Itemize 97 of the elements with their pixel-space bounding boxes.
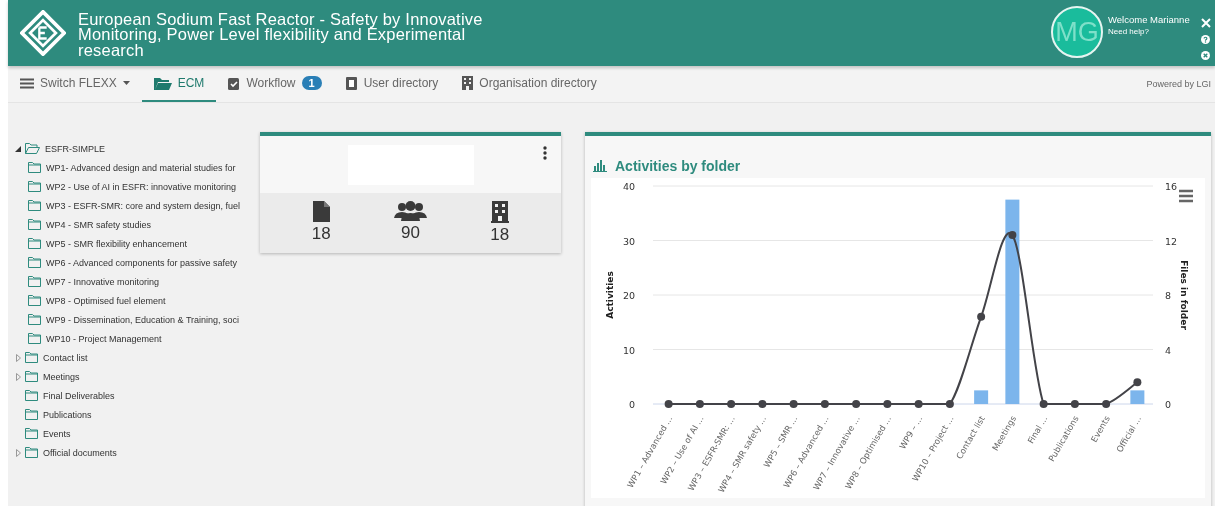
chart-point: [977, 312, 986, 321]
y-axis-tick: 30: [622, 235, 635, 247]
count-badge: 1: [301, 76, 322, 90]
logo-icon: [20, 10, 66, 56]
stat-value: 90: [401, 223, 420, 243]
folder-icon: [153, 76, 172, 90]
chart-title: Activities by folder: [615, 158, 741, 174]
tools-icon[interactable]: [1201, 18, 1211, 28]
y-axis-tick: 4: [1165, 344, 1172, 356]
y-axis-title: Files in folder: [1179, 260, 1189, 330]
clipboard-check-icon: [228, 76, 241, 90]
tree-item[interactable]: WP7 - Innovative monitoring: [14, 272, 256, 291]
chart-point: [1102, 400, 1111, 408]
tree-item[interactable]: Final Deliverables: [14, 386, 256, 405]
collapsed-triangle-icon[interactable]: [15, 353, 21, 362]
expanded-triangle-icon[interactable]: [15, 145, 21, 152]
folder-icon: [25, 390, 38, 401]
chart-point: [1133, 378, 1142, 387]
y-axis-tick: 40: [622, 181, 635, 192]
chart-point: [695, 400, 704, 408]
close-icon[interactable]: [1201, 51, 1210, 60]
tree-item[interactable]: Events: [14, 424, 256, 443]
app-title: European Sodium Fast Reactor - Safety by Innovative Monitoring, Power Level flexibility and Experimental research: [78, 8, 484, 59]
tree-item[interactable]: WP9 - Dissemination, Education & Training, soci: [14, 310, 256, 329]
tree-item[interactable]: Official documents: [14, 443, 256, 462]
users-icon: [394, 201, 427, 221]
folder-icon: [28, 162, 41, 173]
open-folder-icon: [25, 143, 40, 154]
chart-point: [1008, 231, 1017, 240]
welcome-text: Welcome Marianne: [1108, 14, 1191, 25]
building-icon: [490, 201, 509, 223]
nav-tab[interactable]: Workflow 1: [216, 66, 334, 102]
chart-point: [758, 400, 767, 408]
chart-point: [1039, 400, 1048, 408]
tree-item[interactable]: WP2 - Use of AI in ESFR: innovative monitoring: [14, 177, 256, 196]
folder-icon: [28, 200, 41, 211]
chart-point: [727, 400, 736, 408]
help-icon[interactable]: [1201, 35, 1210, 44]
folder-icon: [25, 371, 38, 382]
y-axis-tick: 0: [1165, 399, 1172, 410]
chart-point: [1070, 400, 1079, 408]
chart-menu-icon[interactable]: [1177, 189, 1195, 203]
folder-icon: [25, 409, 38, 420]
nav-tab[interactable]: Organisation directory: [450, 66, 609, 102]
folder-icon: [25, 352, 38, 363]
chart-point: [883, 400, 892, 408]
nav-tab[interactable]: Switch FLEXX: [18, 66, 142, 102]
y-axis-tick: 20: [622, 290, 635, 301]
tree-item[interactable]: WP1- Advanced design and material studies for: [14, 158, 256, 177]
caret-icon: [122, 81, 130, 85]
chart-bar: [1130, 390, 1145, 404]
collapsed-triangle-icon[interactable]: [15, 448, 21, 457]
chart-point: [820, 400, 829, 408]
nav-tab[interactable]: User directory: [333, 66, 451, 102]
tree-item[interactable]: Contact list: [14, 348, 256, 367]
y-axis-tick: 0: [628, 399, 635, 410]
folder-icon: [28, 257, 41, 268]
folder-icon: [25, 447, 38, 458]
collapsed-triangle-icon[interactable]: [15, 372, 21, 381]
folder-icon: [28, 276, 41, 287]
chart-point: [664, 400, 673, 408]
y-axis-tick: 16: [1165, 181, 1178, 192]
chart-point: [914, 400, 923, 408]
tree-item[interactable]: WP4 - SMR safety studies: [14, 215, 256, 234]
stat-value: 18: [311, 224, 331, 244]
help-link[interactable]: Need help?: [1108, 27, 1196, 36]
building-icon: [462, 76, 474, 90]
tree-item[interactable]: WP3 - ESFR-SMR: core and system design, fuel: [14, 196, 256, 215]
tree-item[interactable]: WP6 - Advanced components for passive safety: [14, 253, 256, 272]
folder-icon: [28, 295, 41, 306]
folder-icon: [25, 428, 38, 439]
folder-icon: [28, 333, 41, 344]
tree-item[interactable]: Meetings: [14, 367, 256, 386]
bar-chart-icon: [593, 160, 607, 172]
y-axis-tick: 10: [622, 344, 635, 356]
tree-item[interactable]: ESFR-SIMPLE: [14, 139, 256, 158]
chart-point: [945, 400, 954, 408]
folder-icon: [28, 181, 41, 192]
chart-point: [789, 400, 798, 408]
more-options-icon[interactable]: [543, 146, 547, 160]
menu-icon: [20, 77, 34, 89]
y-axis-tick: 8: [1165, 290, 1172, 301]
powered-by-text: Powered by LGI: [1146, 79, 1212, 89]
y-axis-tick: 12: [1165, 235, 1178, 247]
chart-bar: [974, 390, 989, 404]
tree-item[interactable]: Publications: [14, 405, 256, 424]
stat-value: 18: [490, 225, 510, 245]
file-icon: [312, 201, 330, 222]
y-axis-title: Activities: [605, 271, 615, 319]
folder-icon: [28, 314, 41, 325]
tree-item[interactable]: WP5 - SMR flexibility enhancement: [14, 234, 256, 253]
folder-icon: [28, 219, 41, 230]
chart-point: [852, 400, 861, 408]
tree-item[interactable]: WP8 - Optimised fuel element: [14, 291, 256, 310]
address-book-icon: [345, 76, 358, 90]
folder-icon: [28, 238, 41, 249]
tree-item[interactable]: WP10 - Project Management: [14, 329, 256, 348]
